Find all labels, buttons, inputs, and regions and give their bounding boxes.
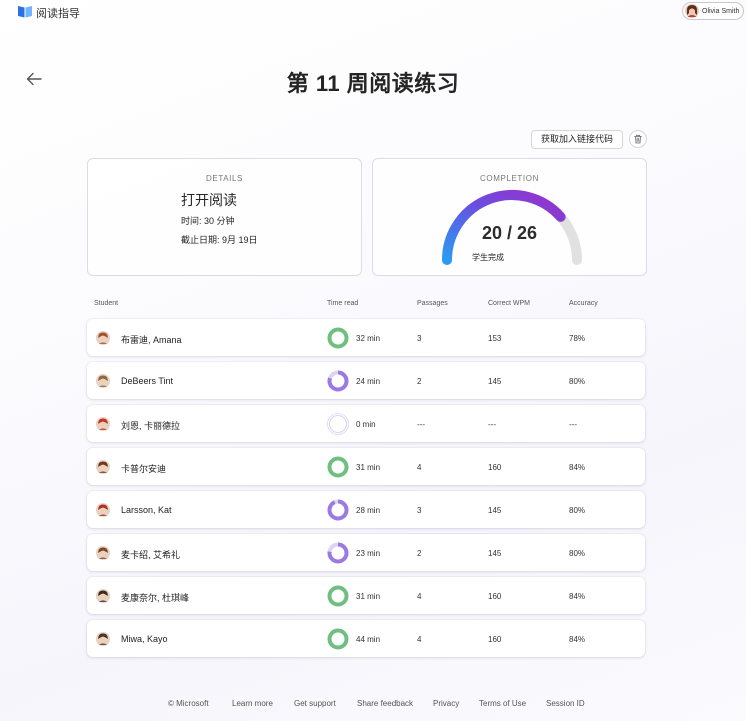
page-title-name: 阅读练习 <box>369 71 460 96</box>
correct-wpm: 145 <box>488 377 502 386</box>
student-row[interactable]: Larsson, Kat 28 min 3 145 80% <box>87 491 645 528</box>
footer-learn-more-link[interactable]: Learn more <box>232 699 273 708</box>
delete-button[interactable] <box>629 130 647 148</box>
accuracy: 80% <box>569 377 586 386</box>
accuracy: --- <box>569 420 577 429</box>
completion-value: 20 / 26 <box>481 223 538 243</box>
header-time-read: Time read <box>327 300 359 307</box>
student-name: 刘恩, 卡丽德拉 <box>121 421 181 431</box>
student-row[interactable]: 刘恩, 卡丽德拉 0 min --- --- --- <box>87 405 645 442</box>
user-profile-button[interactable]: Olivia Smith <box>682 2 744 20</box>
time-progress-ring <box>327 370 349 392</box>
student-avatar <box>96 546 110 560</box>
passages: 4 <box>417 635 422 644</box>
accuracy: 80% <box>569 506 586 515</box>
time-progress-ring <box>327 585 349 607</box>
time-progress-ring <box>327 628 349 650</box>
accuracy: 84% <box>569 463 586 472</box>
student-avatar <box>96 417 110 431</box>
time-progress-ring <box>327 542 349 564</box>
student-row[interactable]: 布雷迪, Amana 32 min 3 153 78% <box>87 319 645 356</box>
time-progress-ring <box>327 327 349 349</box>
accuracy: 84% <box>569 592 586 601</box>
correct-wpm: 145 <box>488 506 502 515</box>
page-title: 第 11 周阅读练习 <box>0 66 746 98</box>
passages: 3 <box>417 506 422 515</box>
time-progress-ring <box>327 499 349 521</box>
assignment-time: 时间: 30 分钟 <box>181 216 235 226</box>
header-accuracy: Accuracy <box>569 300 598 307</box>
page-title-week: 第 11 周 <box>286 71 370 96</box>
student-row[interactable]: DeBeers Tint 24 min 2 145 80% <box>87 362 645 399</box>
correct-wpm: 160 <box>488 592 502 601</box>
footer-get-support-link[interactable]: Get support <box>294 699 336 708</box>
time-read: 31 min <box>356 463 381 472</box>
time-progress-ring <box>327 456 349 478</box>
details-card: DETAILS 打开阅读 时间: 30 分钟 截止日期: 9月 19日 <box>87 158 362 276</box>
completion-label: COMPLETION <box>480 174 539 183</box>
accuracy: 78% <box>569 334 586 343</box>
student-name: DeBeers Tint <box>121 376 174 386</box>
time-read: 24 min <box>356 377 381 386</box>
user-avatar <box>685 4 699 18</box>
time-read: 0 min <box>356 420 376 429</box>
student-row[interactable]: 麦康奈尔, 杜琪峰 31 min 4 160 84% <box>87 577 645 614</box>
correct-wpm: 160 <box>488 635 502 644</box>
footer-session-id-link[interactable]: Session ID <box>546 699 585 708</box>
time-read: 44 min <box>356 635 381 644</box>
student-row[interactable]: 麦卡绍, 艾希礼 23 min 2 145 80% <box>87 534 645 571</box>
passages: 4 <box>417 463 422 472</box>
student-avatar <box>96 632 110 646</box>
student-avatar <box>96 331 110 345</box>
user-name: Olivia Smith <box>702 7 740 15</box>
student-name: 卡普尔安迪 <box>121 464 167 474</box>
header-passages: Passages <box>417 300 448 307</box>
trash-icon <box>634 134 642 144</box>
footer-terms-link[interactable]: Terms of Use <box>479 699 526 708</box>
time-read: 32 min <box>356 334 381 343</box>
table-header: Student Time read Passages Correct WPM A… <box>87 292 646 314</box>
student-avatar <box>96 589 110 603</box>
accuracy: 84% <box>569 635 586 644</box>
passages: --- <box>417 420 425 429</box>
assignment-due-date: 截止日期: 9月 19日 <box>181 235 258 245</box>
student-avatar <box>96 374 110 388</box>
assignment-type: 打开阅读 <box>181 192 237 208</box>
footer-copyright: © Microsoft <box>168 699 209 708</box>
header-student: Student <box>94 300 119 307</box>
reading-coach-logo-icon <box>18 6 32 18</box>
passages: 2 <box>417 549 422 558</box>
completion-subtitle: 学生完成 <box>472 253 504 262</box>
student-name: 麦卡绍, 艾希礼 <box>121 550 181 560</box>
footer: © Microsoft Learn more Get support Share… <box>0 698 746 712</box>
correct-wpm: 160 <box>488 463 502 472</box>
student-avatar <box>96 503 110 517</box>
app-title: 阅读指导 <box>36 8 80 20</box>
accuracy: 80% <box>569 549 586 558</box>
time-progress-ring <box>327 413 349 435</box>
student-row[interactable]: Miwa, Kayo 44 min 4 160 84% <box>87 620 645 657</box>
student-name: Miwa, Kayo <box>121 634 168 644</box>
app-bar: 阅读指导 Olivia Smith <box>0 0 746 24</box>
correct-wpm: --- <box>488 420 496 429</box>
completion-card: COMPLETION 20 / 26 学生完成 <box>372 158 647 276</box>
footer-share-feedback-link[interactable]: Share feedback <box>357 699 413 708</box>
header-correct-wpm: Correct WPM <box>488 300 530 307</box>
student-name: 麦康奈尔, 杜琪峰 <box>121 593 190 603</box>
passages: 4 <box>417 592 422 601</box>
details-label: DETAILS <box>206 174 243 183</box>
get-join-link-button[interactable]: 获取加入链接代码 <box>531 130 623 149</box>
passages: 2 <box>417 377 422 386</box>
student-avatar <box>96 460 110 474</box>
passages: 3 <box>417 334 422 343</box>
student-row[interactable]: 卡普尔安迪 31 min 4 160 84% <box>87 448 645 485</box>
time-read: 23 min <box>356 549 381 558</box>
time-read: 28 min <box>356 506 381 515</box>
footer-privacy-link[interactable]: Privacy <box>433 699 459 708</box>
student-name: Larsson, Kat <box>121 505 172 515</box>
time-read: 31 min <box>356 592 381 601</box>
correct-wpm: 145 <box>488 549 502 558</box>
correct-wpm: 153 <box>488 334 502 343</box>
student-name: 布雷迪, Amana <box>121 335 182 345</box>
